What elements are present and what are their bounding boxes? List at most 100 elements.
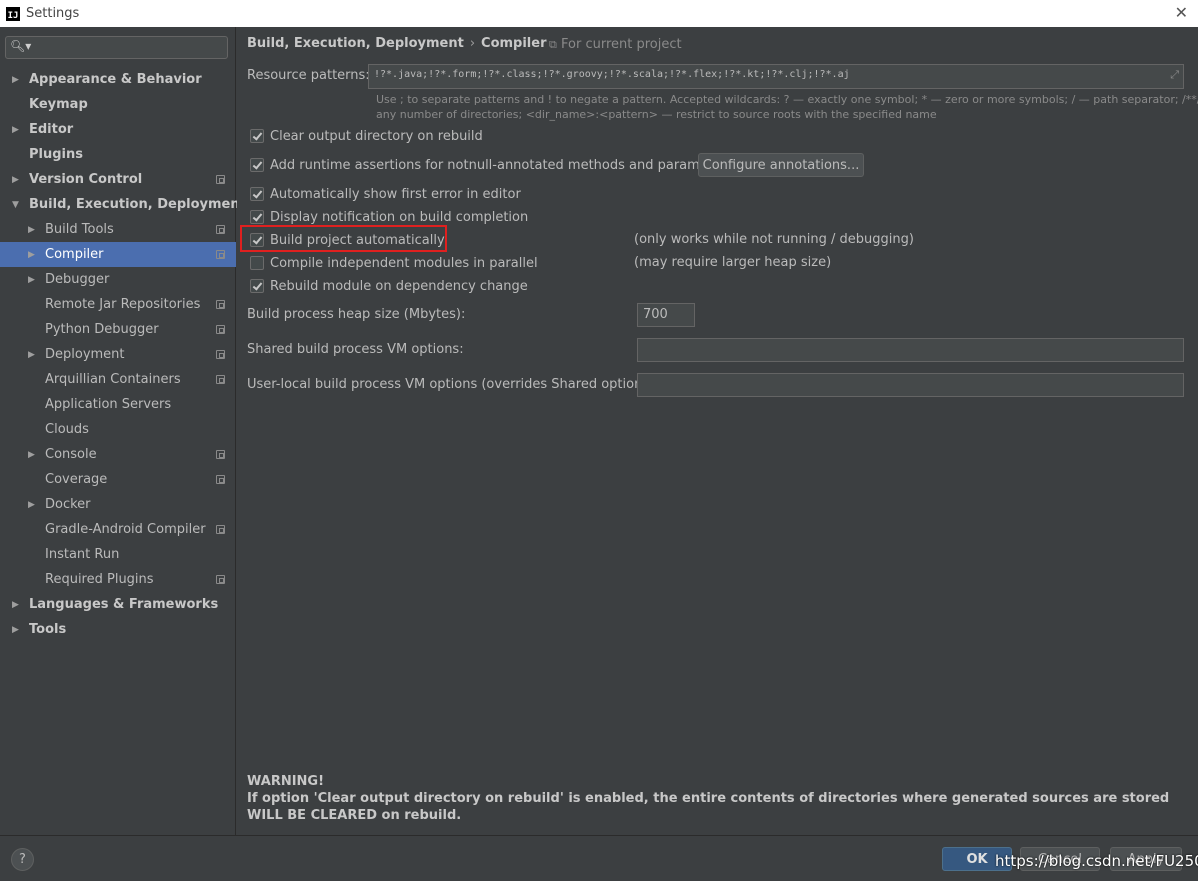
compiler-settings-panel: Build, Execution, Deployment › Compiler ⧉ … — [237, 27, 1198, 835]
help-button[interactable]: ? — [11, 848, 34, 871]
sidebar-item-label: Debugger — [45, 272, 110, 287]
checkbox-label: Compile independent modules in parallel — [270, 255, 538, 271]
sidebar-item[interactable]: Python Debugger — [0, 317, 236, 342]
configure-annotations-button[interactable]: Configure annotations... — [698, 153, 864, 177]
close-icon[interactable]: ✕ — [1175, 3, 1188, 22]
sidebar-item-label: Clouds — [45, 422, 89, 437]
sidebar-item[interactable]: ▶ Build Tools — [0, 217, 236, 242]
heap-size-input[interactable]: 700 — [637, 303, 695, 327]
project-scope-icon — [216, 250, 225, 259]
sidebar-item[interactable]: ▶ Deployment — [0, 342, 236, 367]
sidebar-item[interactable]: ▶ Editor — [0, 117, 236, 142]
chevron-right-icon[interactable]: ▶ — [12, 125, 19, 135]
project-scope-icon — [216, 450, 225, 459]
sidebar-item-label: Deployment — [45, 347, 125, 362]
project-scope-icon — [216, 575, 225, 584]
checkbox[interactable] — [250, 129, 264, 143]
project-icon: ⧉ — [549, 38, 557, 51]
chevron-right-icon[interactable]: ▶ — [12, 175, 19, 185]
parallel-note: (may require larger heap size) — [634, 255, 832, 270]
chevron-right-icon[interactable]: ▶ — [12, 625, 19, 635]
sidebar-item[interactable]: ▶ Console — [0, 442, 236, 467]
resource-patterns-value: !?*.java;!?*.form;!?*.class;!?*.groovy;!… — [374, 69, 850, 80]
sidebar-item[interactable]: Gradle-Android Compiler — [0, 517, 236, 542]
checkbox[interactable] — [250, 187, 264, 201]
checkbox[interactable] — [250, 210, 264, 224]
sidebar-item[interactable]: ▶ Languages & Frameworks — [0, 592, 236, 617]
chevron-down-icon[interactable]: ▼ — [12, 200, 19, 210]
resource-patterns-hint-2: any number of directories; <dir_name>:<p… — [376, 108, 937, 121]
chevron-right-icon[interactable]: ▶ — [28, 275, 35, 285]
sidebar-item-label: Editor — [29, 122, 74, 137]
heap-size-value: 700 — [643, 307, 668, 322]
sidebar-item[interactable]: ▶ Docker — [0, 492, 236, 517]
option-checkbox-row[interactable]: Add runtime assertions for notnull-annot… — [250, 155, 733, 175]
checkbox-label: Rebuild module on dependency change — [270, 278, 528, 294]
chevron-right-icon[interactable]: ▶ — [28, 500, 35, 510]
sidebar-item[interactable]: ▼ Build, Execution, Deployment — [0, 192, 246, 217]
option-checkbox-row[interactable]: Automatically show first error in editor — [250, 184, 521, 204]
option-checkbox-row[interactable]: Compile independent modules in parallel — [250, 253, 538, 273]
window-title: Settings — [26, 6, 80, 21]
sidebar-item[interactable]: ▶ Compiler — [0, 242, 236, 267]
sidebar-item[interactable]: Arquillian Containers — [0, 367, 236, 392]
breadcrumb-current: Compiler — [481, 36, 547, 51]
resource-patterns-input[interactable]: !?*.java;!?*.form;!?*.class;!?*.groovy;!… — [368, 64, 1184, 89]
sidebar-item-label: Languages & Frameworks — [29, 597, 219, 612]
project-scope-icon — [216, 175, 225, 184]
shared-vm-options-input[interactable] — [637, 338, 1184, 362]
chevron-right-icon[interactable]: ▶ — [12, 75, 19, 85]
sidebar-item-label: Docker — [45, 497, 91, 512]
sidebar-item-label: Appearance & Behavior — [29, 72, 202, 87]
sidebar-item[interactable]: ▶ Version Control — [0, 167, 236, 192]
chevron-right-icon[interactable]: ▶ — [12, 600, 19, 610]
sidebar-item-label: Build Tools — [45, 222, 114, 237]
chevron-right-icon[interactable]: ▶ — [28, 350, 35, 360]
chevron-right-icon[interactable]: ▶ — [28, 225, 35, 235]
user-vm-options-input[interactable] — [637, 373, 1184, 397]
chevron-right-icon[interactable]: ▶ — [28, 250, 35, 260]
sidebar-item[interactable]: Remote Jar Repositories — [0, 292, 236, 317]
search-icon: 🔍︎▾ — [10, 39, 32, 53]
sidebar-item[interactable]: Clouds — [0, 417, 236, 442]
sidebar-item-label: Application Servers — [45, 397, 172, 412]
checkbox[interactable] — [250, 279, 264, 293]
sidebar-item[interactable]: Application Servers — [0, 392, 236, 417]
warning-title: WARNING! — [247, 774, 325, 789]
option-checkbox-row[interactable]: Display notification on build completion — [250, 207, 528, 227]
project-scope-icon — [216, 300, 225, 309]
checkbox[interactable] — [250, 256, 264, 270]
sidebar-item[interactable]: Coverage — [0, 467, 236, 492]
sidebar-item-label: Remote Jar Repositories — [45, 297, 201, 312]
resource-patterns-label: Resource patterns: — [247, 68, 370, 83]
project-scope-icon — [216, 225, 225, 234]
breadcrumb: Build, Execution, Deployment › Compiler — [247, 36, 547, 51]
option-checkbox-row[interactable]: Rebuild module on dependency change — [250, 276, 528, 296]
intellij-icon: IJ — [6, 6, 20, 21]
expand-icon[interactable]: ⤢ — [1170, 68, 1179, 82]
sidebar-item-label: Plugins — [29, 147, 83, 162]
sidebar-item[interactable]: Required Plugins — [0, 567, 236, 592]
search-input[interactable]: 🔍︎▾ — [5, 36, 228, 59]
sidebar-item[interactable]: Instant Run — [0, 542, 236, 567]
heap-size-label: Build process heap size (Mbytes): — [247, 307, 466, 322]
shared-vm-options-label: Shared build process VM options: — [247, 342, 464, 357]
sidebar-item[interactable]: Plugins — [0, 142, 236, 167]
sidebar-item-label: Tools — [29, 622, 67, 637]
warning-message: WARNING! If option 'Clear output directo… — [247, 773, 1177, 824]
sidebar-item-label: Coverage — [45, 472, 108, 487]
sidebar-item-label: Keymap — [29, 97, 88, 112]
for-current-project-note: ⧉ For current project — [549, 37, 682, 52]
sidebar-item-label: Instant Run — [45, 547, 120, 562]
user-vm-options-label: User-local build process VM options (ove… — [247, 377, 659, 392]
breadcrumb-parent: Build, Execution, Deployment — [247, 36, 464, 51]
chevron-right-icon[interactable]: ▶ — [28, 450, 35, 460]
sidebar-item[interactable]: ▶ Appearance & Behavior — [0, 67, 236, 92]
sidebar-item[interactable]: Keymap — [0, 92, 236, 117]
sidebar-item[interactable]: ▶ Tools — [0, 617, 236, 642]
window-titlebar: IJ Settings ✕ — [0, 0, 1198, 27]
sidebar-item-label: Python Debugger — [45, 322, 159, 337]
checkbox[interactable] — [250, 158, 264, 172]
sidebar-item[interactable]: ▶ Debugger — [0, 267, 236, 292]
option-checkbox-row[interactable]: Clear output directory on rebuild — [250, 126, 483, 146]
